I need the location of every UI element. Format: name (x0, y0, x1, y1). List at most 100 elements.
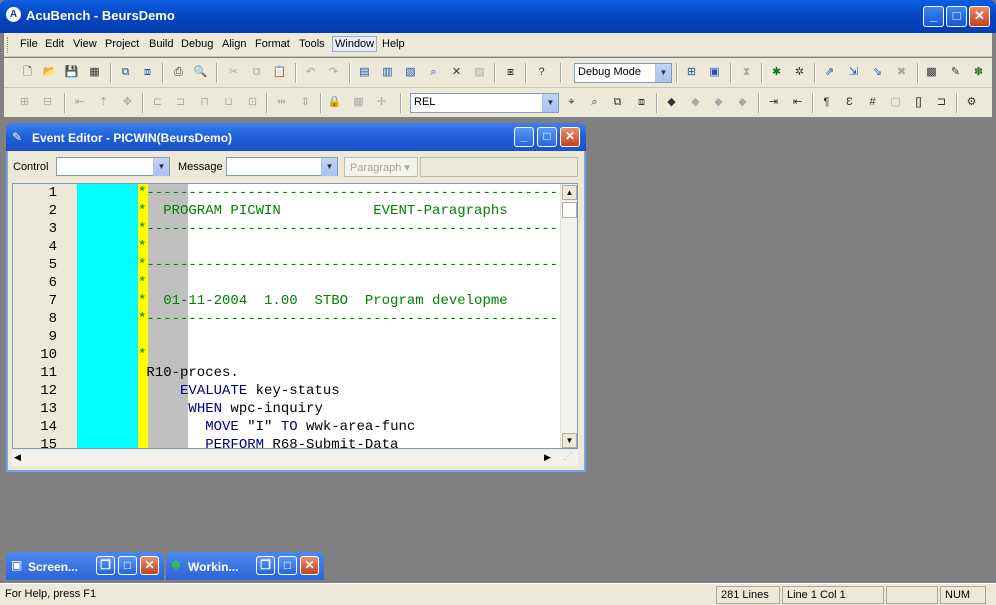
event-editor-title-bar[interactable]: ✎ Event Editor - PICWIN(BeursDemo) _ □ ✕ (6, 123, 586, 151)
brackets-icon[interactable]: [] (911, 95, 926, 110)
paragraph-field[interactable] (420, 157, 578, 177)
find-next-icon[interactable]: ⌕ (587, 95, 602, 110)
align-grid2-icon[interactable]: ⊟ (40, 95, 55, 110)
code-line[interactable]: 13 WHEN wpc-inquiry (13, 400, 577, 418)
close-button[interactable]: ✕ (140, 556, 159, 575)
scroll-right-arrow-icon[interactable]: ▶ (544, 452, 551, 463)
properties-icon[interactable]: ⚙ (964, 95, 979, 110)
scroll-down-arrow-icon[interactable]: ▼ (562, 433, 577, 448)
minimized-window-working[interactable]: ✽ Workin... ❐ □ ✕ (166, 552, 324, 580)
window-icon[interactable]: ▣ (707, 65, 722, 80)
restore-button[interactable]: ❐ (96, 556, 115, 575)
move-left-icon[interactable]: ⇤ (72, 95, 87, 110)
add-item-icon[interactable]: ⊞ (684, 65, 699, 80)
code-line[interactable]: 1 *--------------------------------------… (13, 184, 577, 202)
run-all-icon[interactable]: ✽ (971, 65, 986, 80)
snap-icon[interactable]: ✛ (374, 95, 389, 110)
code-line[interactable]: 14 MOVE "I" TO wwk-area-func (13, 418, 577, 436)
editor-maximize-button[interactable]: □ (537, 127, 557, 147)
restore-button[interactable]: ❐ (256, 556, 275, 575)
app-title-bar[interactable]: A AcuBench - BeursDemo _ □ ✕ (0, 0, 996, 33)
indent-icon[interactable]: ⇥ (766, 95, 781, 110)
paragraph-icon[interactable]: ¶ (819, 95, 834, 110)
compile-icon[interactable]: ⧗ (739, 65, 754, 80)
grid-icon[interactable]: ▦ (351, 95, 366, 110)
replace-icon[interactable]: ⧈ (634, 95, 649, 110)
clear-bookmarks-icon[interactable]: ◆ (735, 95, 750, 110)
save-all-icon[interactable]: ▦ (87, 65, 102, 80)
maximize-button[interactable]: □ (118, 556, 137, 575)
resize-grip-icon[interactable]: ⋰ (563, 451, 573, 462)
editor-close-button[interactable]: ✕ (560, 127, 580, 147)
horizontal-scrollbar[interactable]: ◀ ▶ ⋰ (12, 450, 578, 466)
open-project-icon[interactable]: ⧉ (118, 65, 133, 80)
menu-view[interactable]: View (73, 38, 97, 50)
close-button[interactable]: ✕ (300, 556, 319, 575)
bracket-arrow-icon[interactable]: ⊐ (934, 95, 949, 110)
window-tile-icon[interactable]: ⧆ (503, 65, 518, 80)
bookmark-icon[interactable]: ◆ (664, 95, 679, 110)
vertical-scrollbar[interactable]: ▲ ▼ (560, 184, 577, 448)
code-line[interactable]: 11 R10-proces. (13, 364, 577, 382)
paste-icon[interactable]: 📋 (272, 65, 287, 80)
message-select[interactable]: ▼ (226, 157, 338, 176)
level78-icon[interactable]: # (865, 95, 880, 110)
next-bookmark-icon[interactable]: ◆ (688, 95, 703, 110)
chevron-down-icon[interactable]: ▼ (542, 94, 558, 112)
print-preview-icon[interactable]: 🔍 (193, 65, 208, 80)
find-in-files-icon[interactable]: ⧉ (610, 95, 625, 110)
code-line[interactable]: 12 EVALUATE key-status (13, 382, 577, 400)
maximize-button[interactable]: □ (946, 6, 967, 27)
scroll-left-arrow-icon[interactable]: ◀ (14, 452, 21, 463)
minimized-window-screen[interactable]: ▣ Screen... ❐ □ ✕ (6, 552, 164, 580)
project-settings-icon[interactable]: ⧈ (140, 65, 155, 80)
form-icon[interactable]: ▥ (380, 65, 395, 80)
scroll-up-arrow-icon[interactable]: ▲ (562, 185, 577, 200)
space-horizontal-icon[interactable]: ⇹ (274, 95, 289, 110)
build-icon[interactable]: ✱ (769, 65, 784, 80)
align-top-icon[interactable]: ⊓ (197, 95, 212, 110)
run-icon[interactable]: ⇗ (822, 65, 837, 80)
menu-tools[interactable]: Tools (299, 38, 325, 50)
save-icon[interactable]: 💾 (64, 65, 79, 80)
generate-icon[interactable]: ▨ (472, 65, 487, 80)
binoculars-icon[interactable]: ⌖ (564, 95, 579, 110)
code-line[interactable]: 7 * 01-11-2004 1.00 STBO Program developm… (13, 292, 577, 310)
menu-format[interactable]: Format (255, 38, 290, 50)
build-mode-select[interactable]: Debug Mode ▼ (574, 63, 672, 83)
find-text-combo[interactable]: REL ▼ (410, 93, 559, 113)
menu-project[interactable]: Project (105, 38, 139, 50)
scroll-thumb[interactable] (562, 202, 577, 218)
new-file-icon[interactable]: 🗋 (20, 65, 35, 80)
debug-icon[interactable]: ⇲ (846, 65, 861, 80)
code-line[interactable]: 3 *--------------------------------------… (13, 220, 577, 238)
open-folder-icon[interactable]: 📂 (42, 65, 57, 80)
code-editor[interactable]: 1 *--------------------------------------… (12, 183, 578, 449)
align-bottom-icon[interactable]: ⊔ (221, 95, 236, 110)
copybook-icon[interactable]: ▢ (888, 95, 903, 110)
chevron-down-icon[interactable]: ▼ (153, 158, 169, 176)
code-line[interactable]: 15 PERFORM R68-Submit-Data (13, 436, 577, 448)
menu-debug[interactable]: Debug (181, 38, 213, 50)
align-right-icon[interactable]: ⊐ (173, 95, 188, 110)
excel-icon[interactable]: ✕ (449, 65, 464, 80)
menu-build[interactable]: Build (149, 38, 173, 50)
copy-icon[interactable]: ⧉ (249, 65, 264, 80)
undo-icon[interactable]: ↶ (303, 65, 318, 80)
help-icon[interactable]: ? (534, 65, 549, 80)
redo-icon[interactable]: ↷ (326, 65, 341, 80)
event-icon[interactable]: Ɛ (842, 95, 857, 110)
step-icon[interactable]: ⇘ (870, 65, 885, 80)
code-line[interactable]: 10 * (13, 346, 577, 364)
center-icon[interactable]: ✥ (120, 95, 135, 110)
prev-bookmark-icon[interactable]: ◆ (711, 95, 726, 110)
close-button[interactable]: ✕ (969, 6, 990, 27)
menu-edit[interactable]: Edit (45, 38, 64, 50)
editor-minimize-button[interactable]: _ (514, 127, 534, 147)
menu-window[interactable]: Window (332, 36, 378, 52)
chevron-down-icon[interactable]: ▼ (655, 64, 671, 82)
report-icon[interactable]: ▧ (403, 65, 418, 80)
acubench-app-icon[interactable]: A (6, 7, 21, 22)
outdent-icon[interactable]: ⇤ (790, 95, 805, 110)
paragraph-button[interactable]: Paragraph ▾ (344, 157, 418, 177)
